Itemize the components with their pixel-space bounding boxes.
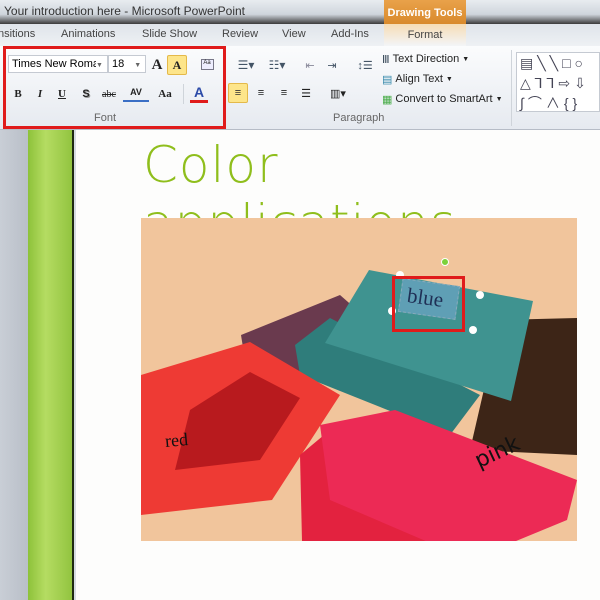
red-label[interactable]: red — [164, 429, 189, 452]
separator — [511, 50, 512, 126]
title-bar: Your introduction here - Microsoft Power… — [0, 0, 600, 24]
font-group-highlight — [3, 46, 226, 129]
tab-transitions[interactable]: nsitions — [0, 28, 35, 40]
tab-animations[interactable]: Animations — [61, 28, 115, 40]
shapes-gallery[interactable]: ▤╲╲□○ △⅂⅂⇨⇩ ∫⌒∧{} — [516, 52, 600, 112]
convert-smartart-label: Convert to SmartArt — [395, 93, 493, 105]
align-right-icon[interactable]: ≡ — [275, 84, 293, 102]
slide-green-border — [28, 130, 74, 600]
increase-indent-icon[interactable]: ⇥ — [323, 58, 341, 72]
text-direction-icon: Ⅲ — [382, 53, 390, 66]
justify-icon[interactable]: ☰ — [297, 84, 315, 102]
drawing-tools-label: Drawing Tools — [384, 0, 466, 24]
smartart-icon: ▦ — [382, 93, 393, 106]
decrease-indent-icon[interactable]: ⇤ — [301, 58, 319, 72]
text-direction-label: Text Direction — [392, 53, 460, 65]
tab-slide-show[interactable]: Slide Show — [142, 28, 197, 40]
align-text-icon: ▤ — [382, 73, 393, 86]
tab-format[interactable]: Format — [384, 24, 466, 46]
columns-icon[interactable]: ▥▾ — [326, 84, 350, 102]
tab-review[interactable]: Review — [222, 28, 258, 40]
highlight-box — [392, 276, 465, 332]
paragraph-group-label: Paragraph — [333, 112, 385, 124]
ribbon: Times New Roman▼ 18 ▼ A A Aa B I U S abc … — [0, 46, 600, 130]
numbering-icon[interactable]: ☷▾ — [262, 58, 292, 72]
align-text-label: Align Text — [395, 73, 443, 85]
resize-handle[interactable] — [469, 326, 477, 334]
convert-smartart-button[interactable]: ▦ Convert to SmartArt ▼ — [382, 91, 503, 107]
text-direction-button[interactable]: Ⅲ Text Direction ▼ — [382, 51, 469, 67]
boxes-photo[interactable]: red pink blue — [141, 218, 577, 560]
window-title: Your introduction here - Microsoft Power… — [4, 4, 246, 18]
boxes-image — [141, 218, 577, 560]
align-left-button[interactable]: ≡ — [228, 83, 248, 103]
rotate-handle[interactable] — [441, 258, 449, 266]
ribbon-tabs: nsitions Animations Slide Show Review Vi… — [0, 24, 600, 46]
tab-view[interactable]: View — [282, 28, 306, 40]
align-center-icon[interactable]: ≡ — [252, 84, 270, 102]
align-text-button[interactable]: ▤ Align Text ▼ — [382, 71, 453, 87]
bullets-icon[interactable]: ☰▾ — [231, 58, 261, 72]
slides-panel — [0, 130, 28, 600]
tab-add-ins[interactable]: Add-Ins — [331, 28, 369, 40]
resize-handle[interactable] — [476, 291, 484, 299]
line-spacing-icon[interactable]: ↕☰ — [352, 58, 378, 72]
